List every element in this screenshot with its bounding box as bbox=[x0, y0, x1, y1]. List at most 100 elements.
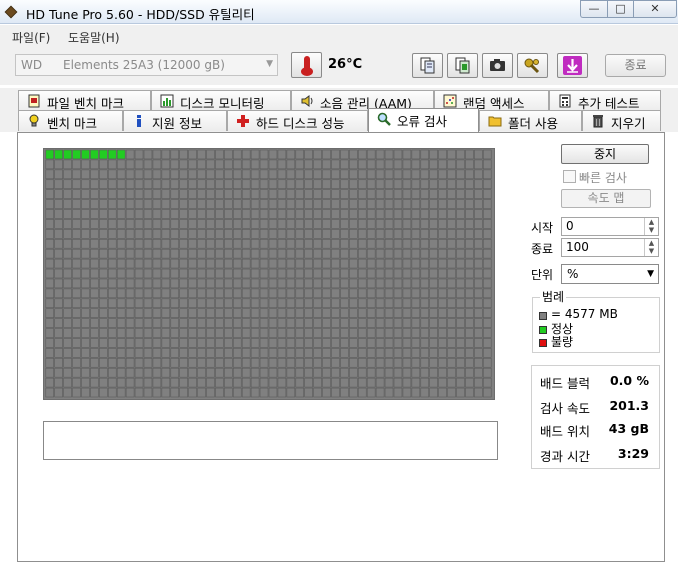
block-pending bbox=[72, 288, 81, 299]
tab-extra-tests[interactable]: 추가 테스트 bbox=[549, 90, 661, 111]
spin-arrows-icon[interactable]: ▲ ▼ bbox=[644, 218, 658, 235]
tab-health[interactable]: 하드 디스크 성능 bbox=[227, 110, 368, 131]
copy-all-button[interactable] bbox=[447, 53, 478, 78]
block-pending bbox=[54, 278, 63, 289]
block-pending bbox=[277, 387, 287, 398]
temperature-button[interactable] bbox=[291, 52, 322, 78]
block-pending bbox=[224, 169, 233, 180]
menu-file[interactable]: 파일(F) bbox=[12, 29, 50, 46]
block-pending bbox=[277, 169, 287, 180]
block-pending bbox=[45, 258, 55, 269]
block-pending bbox=[197, 159, 206, 170]
drive-select[interactable]: WD Elements 25A3 (12000 gB) ▼ bbox=[15, 54, 278, 76]
exit-button[interactable]: 종료 bbox=[605, 54, 666, 77]
block-pending bbox=[304, 179, 313, 189]
block-pending bbox=[295, 189, 305, 199]
close-button[interactable]: ✕ bbox=[633, 0, 677, 18]
block-pending bbox=[402, 169, 412, 180]
block-pending bbox=[116, 159, 126, 170]
block-pending bbox=[232, 377, 242, 388]
copy-all-icon bbox=[455, 57, 470, 74]
block-pending bbox=[384, 338, 394, 348]
unit-select[interactable]: % ▼ bbox=[561, 264, 659, 284]
block-pending bbox=[482, 308, 492, 318]
block-pending bbox=[384, 238, 394, 249]
block-pending bbox=[322, 268, 331, 279]
block-pending bbox=[304, 377, 313, 388]
block-pending bbox=[188, 367, 197, 378]
minimize-button[interactable]: — bbox=[580, 0, 607, 18]
block-pending bbox=[224, 387, 233, 398]
block-pending bbox=[375, 348, 385, 358]
block-pending bbox=[99, 159, 108, 170]
block-pending bbox=[107, 209, 117, 219]
block-pending bbox=[349, 238, 358, 249]
maximize-button[interactable]: □ bbox=[607, 0, 633, 18]
block-ok bbox=[63, 149, 72, 160]
block-pending bbox=[259, 308, 269, 318]
stop-button[interactable]: 중지 bbox=[561, 144, 649, 164]
end-input[interactable]: 100 ▲ ▼ bbox=[561, 238, 659, 257]
block-pending bbox=[447, 278, 456, 289]
quick-scan-label: 빠른 검사 bbox=[579, 171, 627, 185]
block-pending bbox=[286, 278, 296, 289]
block-pending bbox=[170, 149, 180, 160]
block-pending bbox=[357, 159, 367, 170]
toolbar: WD Elements 25A3 (12000 gB) ▼ 26°C 종료 bbox=[0, 47, 678, 85]
block-pending bbox=[170, 298, 180, 309]
block-pending bbox=[197, 278, 206, 289]
copy-text-button[interactable] bbox=[412, 53, 443, 78]
block-pending bbox=[134, 169, 144, 180]
save-button[interactable] bbox=[557, 53, 588, 78]
block-pending bbox=[402, 199, 412, 209]
tab-file-benchmark[interactable]: 파일 벤치 마크 bbox=[18, 90, 151, 111]
speed-map-button[interactable]: 속도 맵 bbox=[561, 189, 651, 208]
block-pending bbox=[277, 248, 287, 259]
scatter-chart-icon bbox=[443, 94, 457, 108]
block-pending bbox=[286, 348, 296, 358]
block-pending bbox=[81, 199, 90, 209]
block-pending bbox=[259, 189, 269, 199]
block-pending bbox=[206, 248, 215, 259]
tab-disk-monitor[interactable]: 디스크 모니터링 bbox=[151, 90, 291, 111]
block-pending bbox=[232, 318, 242, 328]
menu-help[interactable]: 도움말(H) bbox=[68, 29, 120, 46]
block-pending bbox=[224, 149, 233, 160]
tab-erase[interactable]: 지우기 bbox=[582, 110, 661, 131]
options-button[interactable] bbox=[517, 53, 548, 78]
download-arrow-icon bbox=[563, 56, 582, 75]
block-pending bbox=[295, 199, 305, 209]
block-pending bbox=[143, 219, 153, 229]
tab-info[interactable]: 지원 정보 bbox=[123, 110, 227, 131]
block-pending bbox=[429, 387, 438, 398]
block-pending bbox=[241, 219, 251, 229]
block-pending bbox=[99, 367, 108, 378]
block-pending bbox=[152, 318, 162, 328]
block-pending bbox=[161, 338, 171, 348]
screenshot-button[interactable] bbox=[482, 53, 513, 78]
block-pending bbox=[331, 159, 340, 170]
block-pending bbox=[322, 229, 331, 239]
start-input[interactable]: 0 ▲ ▼ bbox=[561, 217, 659, 236]
tab-benchmark[interactable]: 벤치 마크 bbox=[18, 110, 123, 131]
block-pending bbox=[295, 318, 305, 328]
block-pending bbox=[366, 189, 376, 199]
spin-arrows-icon[interactable]: ▲ ▼ bbox=[644, 239, 658, 256]
block-pending bbox=[322, 149, 331, 160]
block-pending bbox=[107, 258, 117, 269]
block-pending bbox=[331, 377, 340, 388]
block-pending bbox=[143, 318, 153, 328]
block-pending bbox=[420, 209, 430, 219]
block-pending bbox=[295, 258, 305, 269]
tab-error-scan[interactable]: 오류 검사 bbox=[368, 108, 479, 132]
block-pending bbox=[340, 209, 349, 219]
block-pending bbox=[170, 248, 180, 259]
quick-scan-checkbox[interactable] bbox=[563, 170, 576, 183]
block-pending bbox=[125, 278, 135, 289]
block-pending bbox=[465, 387, 474, 398]
block-pending bbox=[340, 189, 349, 199]
block-pending bbox=[456, 367, 465, 378]
block-pending bbox=[107, 367, 117, 378]
bad-position-label: 배드 위치 bbox=[540, 424, 590, 439]
tab-folder-usage[interactable]: 폴더 사용 bbox=[479, 110, 582, 131]
